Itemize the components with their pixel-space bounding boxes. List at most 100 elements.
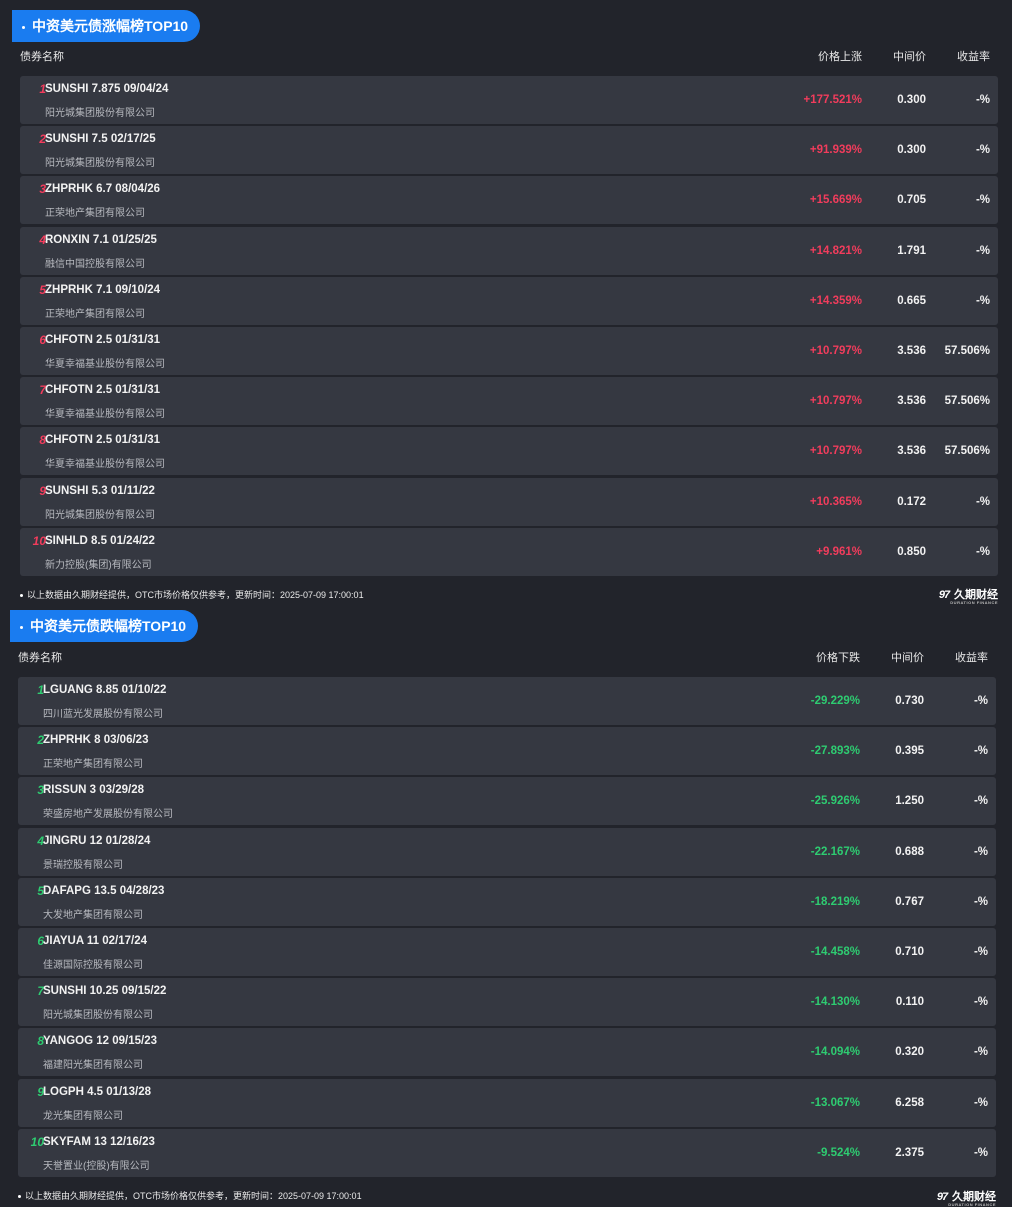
mid-price: 0.767 <box>895 895 924 908</box>
bond-name[interactable]: CHFOTN 2.5 01/31/31 <box>45 334 160 346</box>
table-row[interactable]: 3 ZHPRHK 6.7 08/04/26 正荣地产集团有限公司 +15.669… <box>20 176 998 225</box>
bond-name[interactable]: SINHLD 8.5 01/24/22 <box>45 535 155 547</box>
rank-number: 10 <box>30 1134 44 1149</box>
mid-price: 0.688 <box>895 845 924 858</box>
table-row[interactable]: 1 SUNSHI 7.875 09/04/24 阳光城集团股份有限公司 +177… <box>20 76 998 124</box>
table-row[interactable]: 3 RISSUN 3 03/29/28 荣盛房地产发展股份有限公司 -25.92… <box>18 777 996 826</box>
bond-name[interactable]: CHFOTN 2.5 01/31/31 <box>45 384 160 396</box>
table-row[interactable]: 8 YANGOG 12 09/15/23 福建阳光集团有限公司 -14.094%… <box>18 1028 996 1077</box>
mid-price: 0.730 <box>895 695 924 707</box>
yield-value: -% <box>973 845 988 858</box>
table-row[interactable]: 5 ZHPRHK 7.1 09/10/24 正荣地产集团有限公司 +14.359… <box>20 276 998 325</box>
issuer-name: 阳光城集团股份有限公司 <box>45 509 155 521</box>
issuer-name: 新力控股(集团)有限公司 <box>45 559 152 571</box>
header-change: 价格上涨 <box>818 51 862 63</box>
issuer-name: 福建阳光集团有限公司 <box>43 1060 143 1072</box>
price-change: -13.067% <box>810 1096 860 1109</box>
rank-number: 3 <box>39 182 46 197</box>
rank-number: 10 <box>32 533 46 548</box>
bond-name[interactable]: JINGRU 12 01/28/24 <box>43 835 150 847</box>
table-row[interactable]: 4 RONXIN 7.1 01/25/25 融信中国控股有限公司 +14.821… <box>20 226 998 275</box>
table-row[interactable]: 9 LOGPH 4.5 01/13/28 龙光集团有限公司 -13.067% 6… <box>18 1078 996 1127</box>
table-row[interactable]: 2 SUNSHI 7.5 02/17/25 阳光城集团股份有限公司 +91.93… <box>20 126 998 175</box>
table-row[interactable]: 6 CHFOTN 2.5 01/31/31 华夏幸福基业股份有限公司 +10.7… <box>20 326 998 375</box>
bond-name[interactable]: ZHPRHK 8 03/06/23 <box>43 734 148 746</box>
price-change: -9.524% <box>817 1146 860 1159</box>
table-row[interactable]: 1 LGUANG 8.85 01/10/22 四川蓝光发展股份有限公司 -29.… <box>18 677 996 725</box>
issuer-name: 阳光城集团股份有限公司 <box>45 158 155 170</box>
table-row[interactable]: 7 SUNSHI 10.25 09/15/22 阳光城集团股份有限公司 -14.… <box>18 978 996 1027</box>
yield-value: -% <box>975 194 990 207</box>
table-row[interactable]: 8 CHFOTN 2.5 01/31/31 华夏幸福基业股份有限公司 +10.7… <box>20 427 998 476</box>
rank-number: 1 <box>39 82 46 96</box>
bond-name[interactable]: ZHPRHK 6.7 08/04/26 <box>45 183 160 195</box>
bullet-dot-icon <box>22 25 25 29</box>
bond-name[interactable]: RONXIN 7.1 01/25/25 <box>45 234 157 246</box>
bond-name[interactable]: SUNSHI 7.875 09/04/24 <box>45 83 168 95</box>
rank-number: 4 <box>39 232 46 247</box>
bond-name[interactable]: LOGPH 4.5 01/13/28 <box>43 1086 151 1098</box>
table-row[interactable]: 7 CHFOTN 2.5 01/31/31 华夏幸福基业股份有限公司 +10.7… <box>20 377 998 426</box>
header-name: 债券名称 <box>18 652 62 664</box>
price-change: +15.669% <box>809 194 862 207</box>
rise-rows: 1 SUNSHI 7.875 09/04/24 阳光城集团股份有限公司 +177… <box>20 76 998 578</box>
table-row[interactable]: 10 SINHLD 8.5 01/24/22 新力控股(集团)有限公司 +9.9… <box>20 527 998 576</box>
issuer-name: 阳光城集团股份有限公司 <box>45 108 155 119</box>
mid-price: 1.250 <box>895 795 924 808</box>
issuer-name: 四川蓝光发展股份有限公司 <box>43 709 163 720</box>
mid-price: 6.258 <box>895 1096 924 1109</box>
price-change: -14.130% <box>810 996 860 1009</box>
bond-name[interactable]: SUNSHI 5.3 01/11/22 <box>45 485 155 497</box>
jiuqi-logo-icon: 97 久期财经 DURATION FINANCE <box>934 586 998 605</box>
rise-panel: 中资美元债涨幅榜TOP10 债券名称 价格上涨 中间价 收益率 1 SUNSHI… <box>0 0 1012 605</box>
price-change: -22.167% <box>810 845 860 858</box>
issuer-name: 荣盛房地产发展股份有限公司 <box>43 809 173 821</box>
table-row[interactable]: 5 DAFAPG 13.5 04/28/23 大发地产集团有限公司 -18.21… <box>18 877 996 926</box>
bond-name[interactable]: CHFOTN 2.5 01/31/31 <box>45 434 160 446</box>
issuer-name: 佳源国际控股有限公司 <box>43 959 143 971</box>
bond-name[interactable]: JIAYUA 11 02/17/24 <box>43 935 147 947</box>
header-yield: 收益率 <box>955 652 988 664</box>
yield-value: -% <box>975 294 990 307</box>
yield-value: 57.506% <box>944 344 990 357</box>
rank-number: 2 <box>37 733 44 748</box>
bond-name[interactable]: ZHPRHK 7.1 09/10/24 <box>45 284 160 296</box>
fall-title-text: 中资美元债跌幅榜TOP10 <box>30 618 187 634</box>
yield-value: -% <box>973 996 988 1009</box>
table-row[interactable]: 4 JINGRU 12 01/28/24 景瑞控股有限公司 -22.167% 0… <box>18 827 996 876</box>
mid-price: 0.705 <box>897 194 926 207</box>
table-row[interactable]: 9 SUNSHI 5.3 01/11/22 阳光城集团股份有限公司 +10.36… <box>20 477 998 526</box>
issuer-name: 正荣地产集团有限公司 <box>45 308 145 320</box>
mid-price: 0.320 <box>895 1046 924 1059</box>
table-row[interactable]: 2 ZHPRHK 8 03/06/23 正荣地产集团有限公司 -27.893% … <box>18 727 996 776</box>
mid-price: 0.300 <box>897 94 926 106</box>
yield-value: -% <box>973 895 988 908</box>
price-change: +14.821% <box>809 244 862 257</box>
rise-table-header: 债券名称 价格上涨 中间价 收益率 <box>0 46 1012 68</box>
yield-value: -% <box>973 945 988 958</box>
mid-price: 0.850 <box>897 545 926 558</box>
bond-name[interactable]: DAFAPG 13.5 04/28/23 <box>43 885 164 897</box>
bond-name[interactable]: RISSUN 3 03/29/28 <box>43 784 144 796</box>
bond-name[interactable]: LGUANG 8.85 01/10/22 <box>43 684 166 696</box>
mid-price: 0.172 <box>897 495 926 508</box>
price-change: -14.458% <box>810 945 860 958</box>
header-mid: 中间价 <box>893 51 926 63</box>
mid-price: 2.375 <box>895 1146 924 1159</box>
bond-name[interactable]: SUNSHI 7.5 02/17/25 <box>45 133 156 145</box>
rank-number: 1 <box>37 683 44 697</box>
header-name: 债券名称 <box>20 51 64 63</box>
bond-name[interactable]: SUNSHI 10.25 09/15/22 <box>43 985 166 997</box>
table-row[interactable]: 6 JIAYUA 11 02/17/24 佳源国际控股有限公司 -14.458%… <box>18 927 996 976</box>
yield-value: 57.506% <box>944 445 990 458</box>
mid-price: 0.110 <box>895 996 924 1009</box>
bond-name[interactable]: SKYFAM 13 12/16/23 <box>43 1136 155 1148</box>
issuer-name: 华夏幸福基业股份有限公司 <box>45 459 165 471</box>
mid-price: 0.665 <box>897 294 926 307</box>
rise-title: 中资美元债涨幅榜TOP10 <box>12 10 201 42</box>
issuer-name: 天誉置业(控股)有限公司 <box>43 1160 150 1172</box>
bond-name[interactable]: YANGOG 12 09/15/23 <box>43 1035 157 1047</box>
rise-footer-text: 以上数据由久期财经提供，OTC市场价格仅供参考，更新时间：2025-07-09 … <box>27 590 364 600</box>
header-yield: 收益率 <box>957 51 990 63</box>
table-row[interactable]: 10 SKYFAM 13 12/16/23 天誉置业(控股)有限公司 -9.52… <box>18 1128 996 1177</box>
